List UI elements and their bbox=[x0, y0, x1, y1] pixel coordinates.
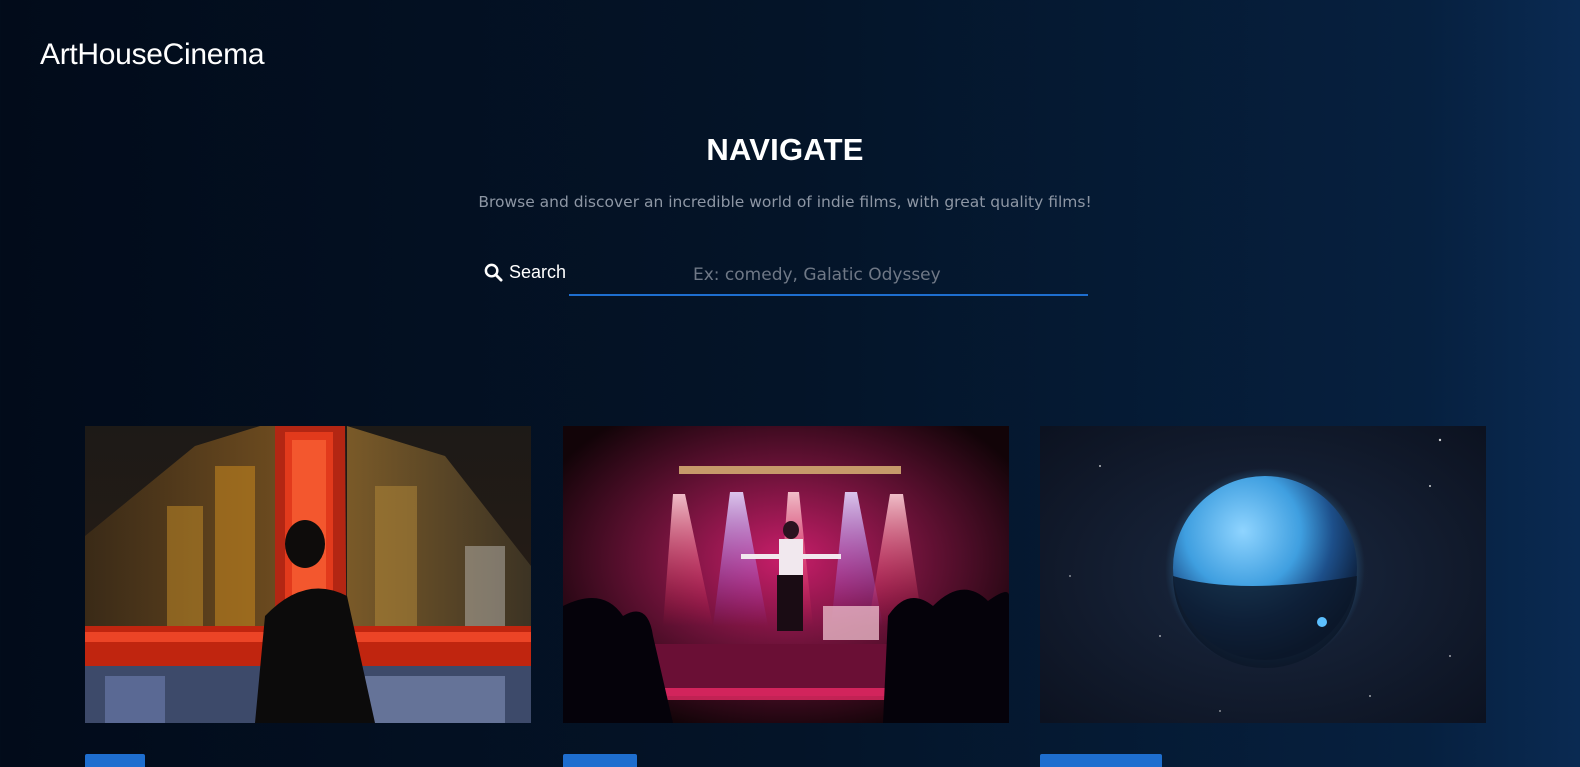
page-subtitle: Browse and discover an incredible world … bbox=[478, 193, 1092, 211]
search-label[interactable]: Search bbox=[484, 262, 566, 283]
film-card[interactable] bbox=[85, 426, 531, 767]
page-title: NAVIGATE bbox=[706, 132, 864, 167]
genre-tag[interactable] bbox=[563, 754, 637, 767]
film-card[interactable] bbox=[1040, 426, 1486, 767]
search-label-text: Search bbox=[509, 262, 567, 282]
genre-tag[interactable] bbox=[85, 754, 145, 767]
film-card[interactable] bbox=[563, 426, 1009, 767]
search-bar: Search bbox=[484, 256, 1088, 298]
search-icon bbox=[484, 263, 503, 282]
blue-planet-space-image[interactable] bbox=[1040, 426, 1486, 723]
neon-city-night-image[interactable] bbox=[85, 426, 531, 723]
site-logo[interactable]: ArtHouseCinema bbox=[40, 38, 265, 72]
search-input[interactable] bbox=[569, 256, 1088, 296]
stage-performance-image[interactable] bbox=[563, 426, 1009, 723]
hero-section: NAVIGATE Browse and discover an incredib… bbox=[0, 132, 1570, 211]
genre-tag[interactable] bbox=[1040, 754, 1162, 767]
